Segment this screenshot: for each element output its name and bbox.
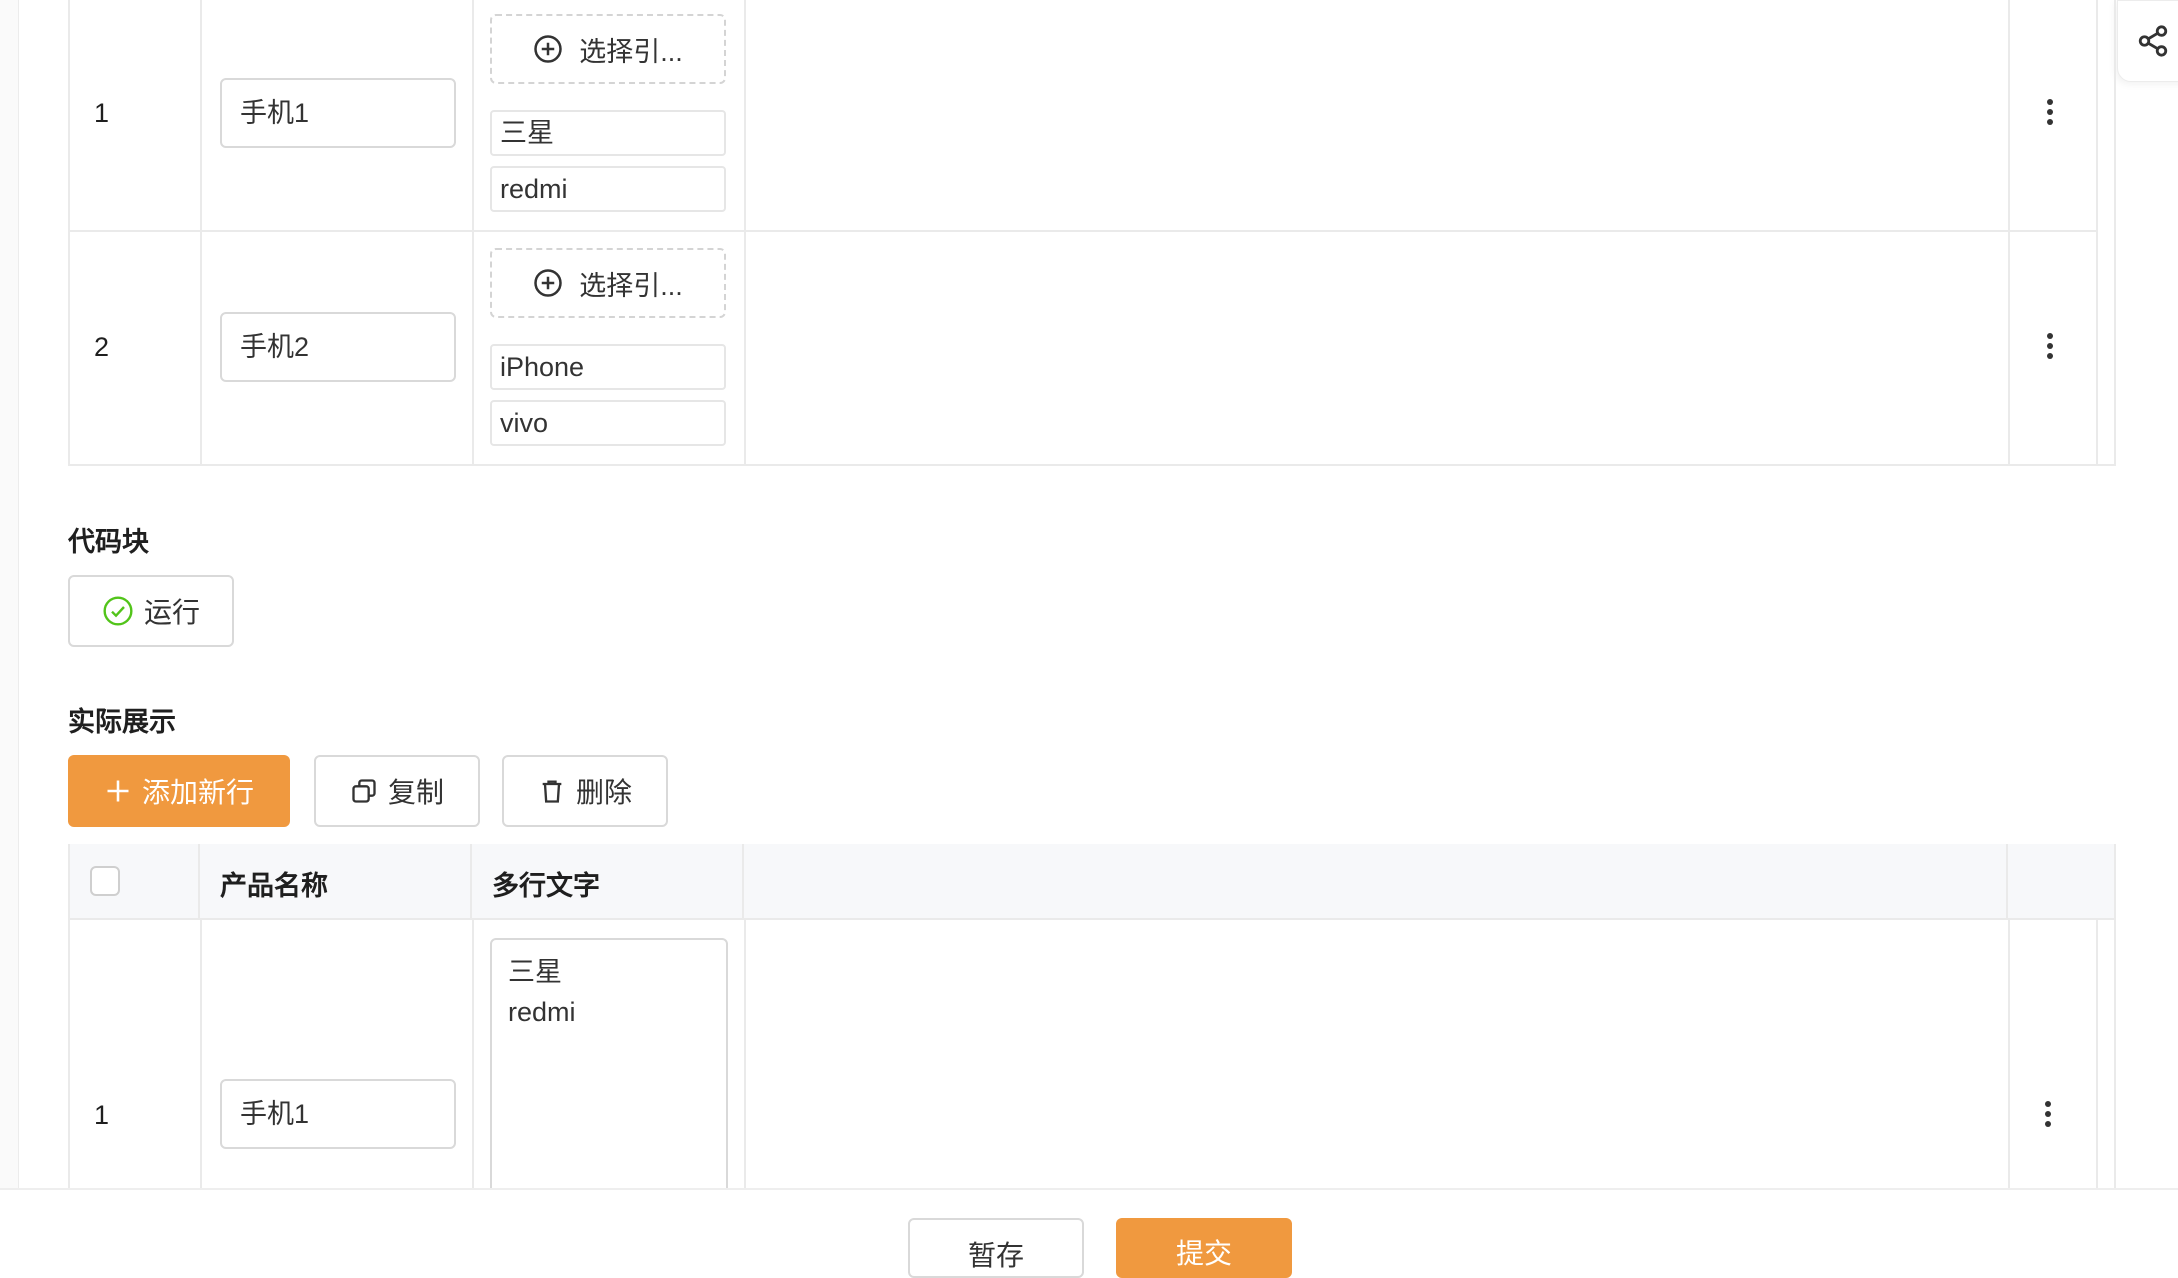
selected-tag: 三星	[490, 110, 726, 156]
copy-button[interactable]: 复制	[314, 755, 480, 827]
more-vertical-icon[interactable]	[2043, 1100, 2053, 1128]
share-button[interactable]	[2117, 0, 2178, 82]
plus-icon	[107, 780, 129, 802]
submit-button[interactable]: 提交	[1116, 1218, 1292, 1278]
left-rail	[0, 0, 19, 1190]
add-row-label: 添加新行	[141, 777, 254, 808]
add-row-button[interactable]: 添加新行	[68, 755, 290, 827]
copy-icon	[352, 779, 376, 803]
more-vertical-icon[interactable]	[2045, 98, 2055, 126]
run-button[interactable]: 运行	[68, 575, 234, 647]
column-header-multiline-text: 多行文字	[492, 871, 600, 901]
selected-tag: vivo	[490, 400, 726, 446]
plus-circle-icon	[534, 35, 562, 63]
multiline-textarea[interactable]: 三星 redmi	[490, 938, 728, 1198]
share-icon	[2138, 25, 2168, 57]
save-draft-button[interactable]: 暂存	[908, 1218, 1084, 1278]
display-title: 实际展示	[68, 707, 176, 737]
select-reference-label: 选择引...	[579, 270, 683, 301]
selected-tag: iPhone	[490, 344, 726, 390]
delete-label: 删除	[575, 777, 632, 808]
select-reference-button[interactable]: 选择引...	[490, 14, 726, 84]
trash-icon	[542, 780, 562, 803]
check-circle-icon	[103, 596, 133, 626]
select-all-checkbox[interactable]	[90, 866, 120, 896]
run-label: 运行	[143, 597, 200, 628]
column-header-product-name: 产品名称	[220, 871, 328, 901]
product-name-input[interactable]: 手机1	[220, 78, 456, 148]
row-index: 1	[94, 1100, 110, 1130]
table-row: 2 手机2 选择引... iPhone vivo	[70, 232, 2098, 466]
save-draft-label: 暂存	[967, 1240, 1024, 1271]
submit-label: 提交	[1175, 1238, 1232, 1269]
copy-label: 复制	[387, 777, 444, 808]
row-index: 2	[94, 332, 110, 362]
row-index: 1	[94, 98, 110, 128]
table-row: 1 手机1 三星 redmi	[70, 920, 2098, 1198]
plus-circle-icon	[534, 269, 562, 297]
table-row: 1 手机1 选择引... 三星 redmi	[70, 0, 2098, 232]
top-table: 1 手机1 选择引... 三星 redmi 2 手机2 选择引... iPhon…	[68, 0, 2116, 466]
more-vertical-icon[interactable]	[2045, 332, 2055, 360]
delete-button[interactable]: 删除	[502, 755, 668, 827]
footer-bar: 暂存 提交	[0, 1188, 2178, 1278]
select-reference-label: 选择引...	[579, 36, 683, 67]
table-header: 产品名称 多行文字	[70, 844, 2114, 920]
product-name-input[interactable]: 手机2	[220, 312, 456, 382]
product-name-input[interactable]: 手机1	[220, 1079, 456, 1149]
selected-tag: redmi	[490, 166, 726, 212]
select-reference-button[interactable]: 选择引...	[490, 248, 726, 318]
code-block-title: 代码块	[68, 527, 149, 557]
page: 1 手机1 选择引... 三星 redmi 2 手机2 选择引... iPhon…	[0, 0, 2178, 1278]
